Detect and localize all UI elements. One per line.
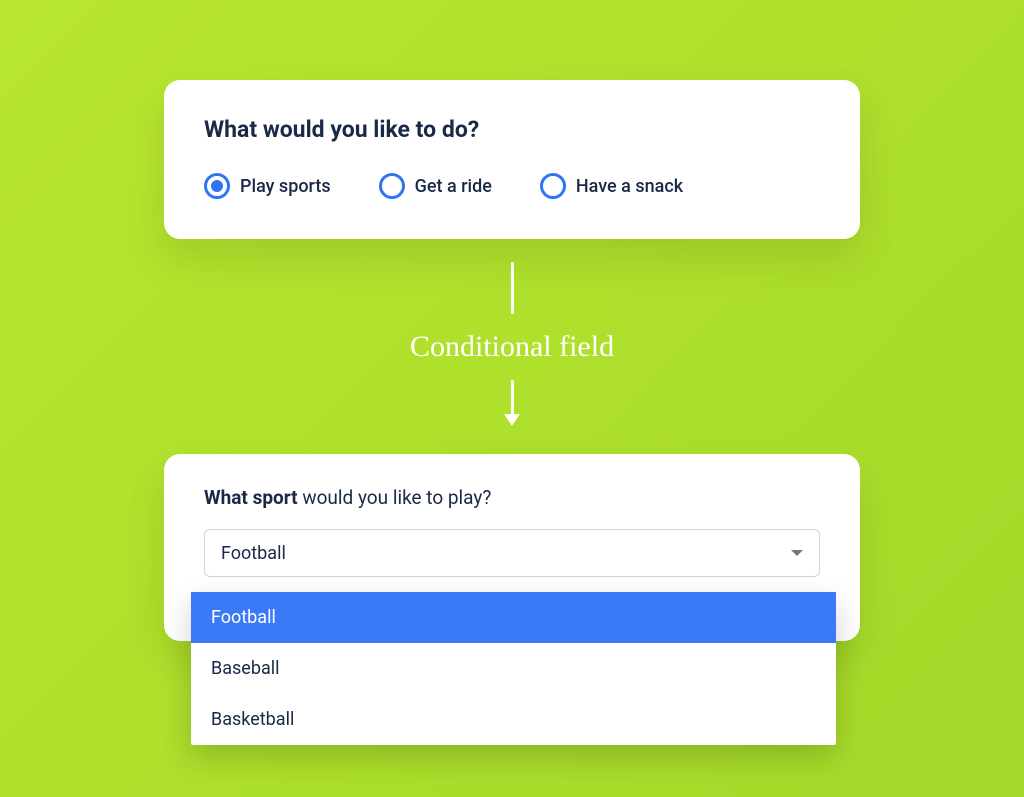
radio-label: Get a ride [415, 176, 492, 197]
question-title-sport: What sport would you like to play? [204, 486, 820, 509]
connector-label: Conditional field [410, 330, 614, 364]
sport-dropdown: Football Baseball Basketball [191, 592, 836, 745]
radio-option-have-a-snack[interactable]: Have a snack [540, 173, 683, 199]
dropdown-option-baseball[interactable]: Baseball [191, 643, 836, 694]
radio-icon [540, 173, 566, 199]
sport-select[interactable]: Football [204, 529, 820, 577]
radio-option-get-a-ride[interactable]: Get a ride [379, 173, 492, 199]
radio-icon [379, 173, 405, 199]
radio-option-play-sports[interactable]: Play sports [204, 173, 331, 199]
connector-line-icon [510, 262, 513, 314]
radio-label: Have a snack [576, 176, 683, 197]
radio-icon [204, 173, 230, 199]
dropdown-option-football[interactable]: Football [191, 592, 836, 643]
radio-group-activity: Play sports Get a ride Have a snack [204, 173, 820, 199]
question-title-rest: would you like to play? [298, 486, 492, 509]
question-title-activity: What would you like to do? [204, 116, 820, 143]
arrow-down-icon [510, 380, 513, 424]
question-title-bold: What sport [204, 486, 298, 509]
connector-annotation: Conditional field [410, 262, 614, 424]
question-card-activity: What would you like to do? Play sports G… [164, 80, 860, 239]
chevron-down-icon [791, 550, 803, 556]
dropdown-option-basketball[interactable]: Basketball [191, 694, 836, 745]
select-value: Football [221, 543, 286, 564]
radio-label: Play sports [240, 176, 331, 197]
